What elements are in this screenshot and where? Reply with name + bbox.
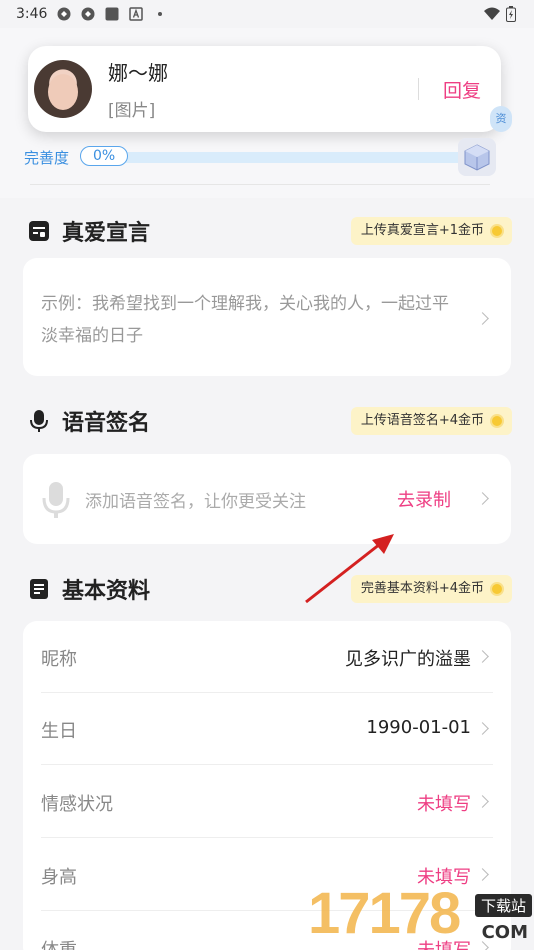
record-button[interactable]: 去录制 <box>397 486 451 512</box>
voice-reward-text: 上传语音签名+4金币 <box>360 413 484 428</box>
battery-icon <box>506 6 516 22</box>
watermark-domain: COM <box>481 922 528 943</box>
info-row-birthday[interactable]: 生日 1990-01-01 <box>41 693 493 765</box>
declaration-icon <box>29 221 49 241</box>
declaration-header: 真爱宣言 上传真爱宣言+1金币 <box>28 214 512 248</box>
info-value: 1990-01-01 <box>366 717 471 738</box>
declaration-reward: 上传真爱宣言+1金币 <box>350 217 512 245</box>
voice-reward: 上传语音签名+4金币 <box>350 407 512 435</box>
voice-header: 语音签名 上传语音签名+4金币 <box>28 404 512 438</box>
info-key: 昵称 <box>41 649 77 670</box>
voice-placeholder: 添加语音签名，让你更受关注 <box>85 492 306 512</box>
coin-icon <box>490 582 504 596</box>
info-value: 未填写 <box>417 794 471 815</box>
message-notification[interactable]: 娜～娜 [图片] 回复 <box>28 46 501 132</box>
side-badge[interactable]: 资 <box>490 106 512 132</box>
info-key: 体重 <box>41 936 77 950</box>
watermark-digits: 17178 <box>308 881 461 946</box>
sender-name: 娜～娜 <box>108 61 168 85</box>
sender-avatar[interactable] <box>34 60 92 118</box>
info-key: 身高 <box>41 867 77 888</box>
chevron-right-icon <box>476 795 489 808</box>
voice-title: 语音签名 <box>62 411 151 436</box>
basic-title: 基本资料 <box>62 579 151 604</box>
declaration-title: 真爱宣言 <box>62 221 151 246</box>
reply-button[interactable]: 回复 <box>443 76 481 103</box>
status-time: 3:46 <box>16 6 48 22</box>
chevron-right-icon <box>476 722 489 735</box>
completeness-label: 完善度 <box>24 149 70 167</box>
declaration-reward-text: 上传真爱宣言+1金币 <box>360 223 484 238</box>
microphone-placeholder-icon <box>42 482 70 518</box>
cube-icon[interactable] <box>458 138 496 176</box>
chevron-right-icon <box>476 650 489 663</box>
info-row-relationship[interactable]: 情感状况 未填写 <box>41 766 493 838</box>
completeness-progress: 完善度 0% <box>24 138 496 176</box>
watermark-logo: 17178 下载站 COM <box>308 880 534 950</box>
completeness-percent: 0% <box>80 146 129 166</box>
info-key: 情感状况 <box>41 794 113 815</box>
annotation-arrow-icon <box>305 534 394 604</box>
basic-header: 基本资料 完善基本资料+4金币 <box>28 572 512 606</box>
watermark-tag: 下载站 <box>474 894 532 917</box>
info-key: 生日 <box>41 721 77 742</box>
info-row-nickname[interactable]: 昵称 见多识广的溢墨 <box>41 621 493 693</box>
wifi-icon <box>484 7 500 20</box>
notification-divider <box>417 78 419 100</box>
more-dot-icon <box>158 12 163 16</box>
square-app-icon <box>105 7 119 21</box>
coin-icon <box>490 224 504 238</box>
declaration-example: 示例：我希望找到一个理解我，关心我的人，一起过平淡幸福的日子 <box>41 294 449 346</box>
chevron-right-icon <box>476 492 489 505</box>
completeness-track <box>106 152 486 163</box>
document-icon <box>30 579 48 599</box>
notification-texts: 娜～娜 [图片] <box>108 57 418 121</box>
chevron-right-icon <box>476 312 489 325</box>
voice-card[interactable]: 添加语音签名，让你更受关注 去录制 <box>23 454 511 544</box>
coin-icon <box>490 414 504 428</box>
header-separator <box>30 184 490 185</box>
a-app-icon <box>129 7 144 21</box>
microphone-icon <box>30 410 48 432</box>
chevron-right-icon <box>476 868 489 881</box>
app-notification-icon-2 <box>81 7 95 21</box>
app-notification-icon <box>57 7 71 21</box>
info-value: 见多识广的溢墨 <box>345 649 471 670</box>
status-bar: 3:46 <box>0 0 534 28</box>
declaration-card[interactable]: 示例：我希望找到一个理解我，关心我的人，一起过平淡幸福的日子 <box>23 258 511 376</box>
message-preview: [图片] <box>108 101 156 121</box>
